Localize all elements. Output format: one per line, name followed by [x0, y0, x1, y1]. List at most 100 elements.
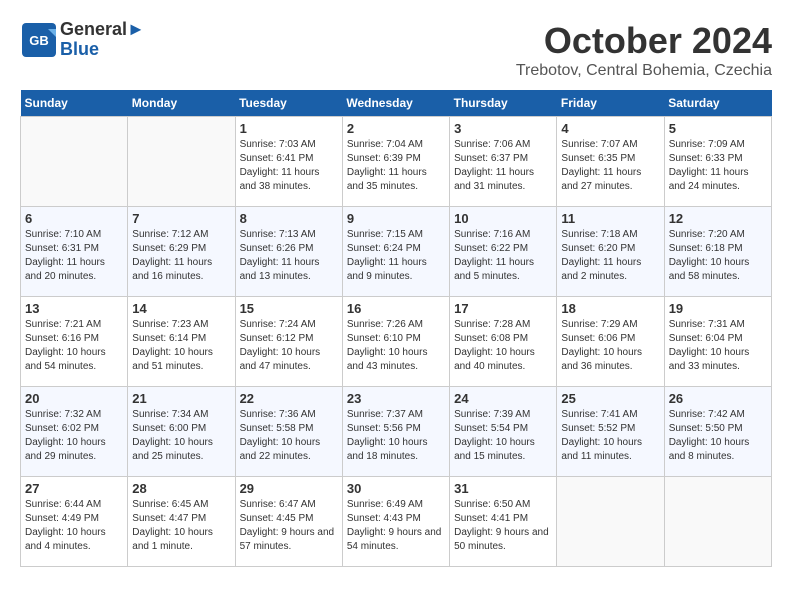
day-info: Sunrise: 7:03 AM Sunset: 6:41 PM Dayligh…	[240, 138, 338, 194]
day-info: Sunrise: 6:49 AM Sunset: 4:43 PM Dayligh…	[347, 498, 445, 554]
day-number: 1	[240, 121, 338, 136]
day-info: Sunrise: 7:34 AM Sunset: 6:00 PM Dayligh…	[132, 408, 230, 464]
calendar-cell: 29 Sunrise: 6:47 AM Sunset: 4:45 PM Dayli…	[235, 477, 342, 567]
calendar-week-row: 27Sunrise: 6:44 AM Sunset: 4:49 PM Dayli…	[21, 477, 772, 567]
day-number: 29	[240, 481, 338, 496]
calendar-cell: 23 Sunrise: 7:37 AM Sunset: 5:56 PM Dayli…	[342, 387, 449, 477]
calendar-cell: 16 Sunrise: 7:26 AM Sunset: 6:10 PM Dayli…	[342, 297, 449, 387]
page-header: GB General► Blue October 2024 Trebotov, …	[20, 20, 772, 80]
weekday-header-monday: Monday	[128, 90, 235, 117]
day-number: 4	[561, 121, 659, 136]
day-number: 22	[240, 391, 338, 406]
calendar-cell: 24Sunrise: 7:39 AM Sunset: 5:54 PM Dayli…	[450, 387, 557, 477]
day-info: Sunrise: 7:28 AM Sunset: 6:08 PM Dayligh…	[454, 318, 552, 374]
day-info: Sunrise: 7:29 AM Sunset: 6:06 PM Dayligh…	[561, 318, 659, 374]
svg-text:GB: GB	[29, 33, 49, 48]
location: Trebotov, Central Bohemia, Czechia	[516, 62, 772, 80]
weekday-header-wednesday: Wednesday	[342, 90, 449, 117]
calendar-cell: 28Sunrise: 6:45 AM Sunset: 4:47 PM Dayli…	[128, 477, 235, 567]
calendar-cell: 9Sunrise: 7:15 AM Sunset: 6:24 PM Daylig…	[342, 207, 449, 297]
day-info: Sunrise: 7:06 AM Sunset: 6:37 PM Dayligh…	[454, 138, 552, 194]
weekday-header-friday: Friday	[557, 90, 664, 117]
day-number: 10	[454, 211, 552, 226]
calendar-cell: 2 Sunrise: 7:04 AM Sunset: 6:39 PM Daylig…	[342, 117, 449, 207]
calendar-cell: 31 Sunrise: 6:50 AM Sunset: 4:41 PM Dayli…	[450, 477, 557, 567]
calendar-cell: 4 Sunrise: 7:07 AM Sunset: 6:35 PM Daylig…	[557, 117, 664, 207]
day-info: Sunrise: 7:18 AM Sunset: 6:20 PM Dayligh…	[561, 228, 659, 284]
day-number: 2	[347, 121, 445, 136]
day-number: 24	[454, 391, 552, 406]
day-number: 15	[240, 301, 338, 316]
day-info: Sunrise: 6:47 AM Sunset: 4:45 PM Dayligh…	[240, 498, 338, 554]
weekday-header-thursday: Thursday	[450, 90, 557, 117]
day-info: Sunrise: 6:45 AM Sunset: 4:47 PM Dayligh…	[132, 498, 230, 554]
calendar-cell: 7Sunrise: 7:12 AM Sunset: 6:29 PM Daylig…	[128, 207, 235, 297]
day-info: Sunrise: 7:20 AM Sunset: 6:18 PM Dayligh…	[669, 228, 767, 284]
calendar-cell	[557, 477, 664, 567]
day-info: Sunrise: 7:12 AM Sunset: 6:29 PM Dayligh…	[132, 228, 230, 284]
day-info: Sunrise: 7:16 AM Sunset: 6:22 PM Dayligh…	[454, 228, 552, 284]
weekday-header-tuesday: Tuesday	[235, 90, 342, 117]
calendar-cell: 11 Sunrise: 7:18 AM Sunset: 6:20 PM Dayli…	[557, 207, 664, 297]
day-number: 12	[669, 211, 767, 226]
calendar-cell: 5Sunrise: 7:09 AM Sunset: 6:33 PM Daylig…	[664, 117, 771, 207]
day-info: Sunrise: 7:26 AM Sunset: 6:10 PM Dayligh…	[347, 318, 445, 374]
logo-line2: Blue	[60, 40, 145, 60]
calendar-cell: 19Sunrise: 7:31 AM Sunset: 6:04 PM Dayli…	[664, 297, 771, 387]
calendar-cell: 21 Sunrise: 7:34 AM Sunset: 6:00 PM Dayli…	[128, 387, 235, 477]
day-number: 30	[347, 481, 445, 496]
day-info: Sunrise: 7:04 AM Sunset: 6:39 PM Dayligh…	[347, 138, 445, 194]
day-info: Sunrise: 7:10 AM Sunset: 6:31 PM Dayligh…	[25, 228, 123, 284]
day-info: Sunrise: 7:21 AM Sunset: 6:16 PM Dayligh…	[25, 318, 123, 374]
logo: GB General► Blue	[20, 20, 145, 60]
day-info: Sunrise: 7:32 AM Sunset: 6:02 PM Dayligh…	[25, 408, 123, 464]
calendar-cell: 3 Sunrise: 7:06 AM Sunset: 6:37 PM Daylig…	[450, 117, 557, 207]
day-number: 16	[347, 301, 445, 316]
calendar-cell: 27Sunrise: 6:44 AM Sunset: 4:49 PM Dayli…	[21, 477, 128, 567]
calendar-cell: 8 Sunrise: 7:13 AM Sunset: 6:26 PM Daylig…	[235, 207, 342, 297]
day-info: Sunrise: 6:50 AM Sunset: 4:41 PM Dayligh…	[454, 498, 552, 554]
calendar-cell: 26 Sunrise: 7:42 AM Sunset: 5:50 PM Dayli…	[664, 387, 771, 477]
calendar-cell	[21, 117, 128, 207]
day-number: 23	[347, 391, 445, 406]
day-info: Sunrise: 7:07 AM Sunset: 6:35 PM Dayligh…	[561, 138, 659, 194]
day-number: 3	[454, 121, 552, 136]
day-number: 26	[669, 391, 767, 406]
day-number: 8	[240, 211, 338, 226]
day-number: 17	[454, 301, 552, 316]
day-number: 14	[132, 301, 230, 316]
day-info: Sunrise: 7:23 AM Sunset: 6:14 PM Dayligh…	[132, 318, 230, 374]
calendar-week-row: 20Sunrise: 7:32 AM Sunset: 6:02 PM Dayli…	[21, 387, 772, 477]
calendar-cell: 22Sunrise: 7:36 AM Sunset: 5:58 PM Dayli…	[235, 387, 342, 477]
day-number: 6	[25, 211, 123, 226]
weekday-header-row: SundayMondayTuesdayWednesdayThursdayFrid…	[21, 90, 772, 117]
day-number: 25	[561, 391, 659, 406]
calendar-cell: 17 Sunrise: 7:28 AM Sunset: 6:08 PM Dayli…	[450, 297, 557, 387]
day-info: Sunrise: 7:13 AM Sunset: 6:26 PM Dayligh…	[240, 228, 338, 284]
calendar-week-row: 13 Sunrise: 7:21 AM Sunset: 6:16 PM Dayli…	[21, 297, 772, 387]
calendar-cell: 12 Sunrise: 7:20 AM Sunset: 6:18 PM Dayli…	[664, 207, 771, 297]
day-number: 21	[132, 391, 230, 406]
day-info: Sunrise: 7:24 AM Sunset: 6:12 PM Dayligh…	[240, 318, 338, 374]
calendar-table: SundayMondayTuesdayWednesdayThursdayFrid…	[20, 90, 772, 567]
calendar-cell: 10 Sunrise: 7:16 AM Sunset: 6:22 PM Dayli…	[450, 207, 557, 297]
day-info: Sunrise: 6:44 AM Sunset: 4:49 PM Dayligh…	[25, 498, 123, 554]
day-info: Sunrise: 7:09 AM Sunset: 6:33 PM Dayligh…	[669, 138, 767, 194]
day-number: 11	[561, 211, 659, 226]
day-number: 31	[454, 481, 552, 496]
calendar-cell: 20Sunrise: 7:32 AM Sunset: 6:02 PM Dayli…	[21, 387, 128, 477]
day-number: 18	[561, 301, 659, 316]
month-title: October 2024	[516, 20, 772, 62]
day-info: Sunrise: 7:37 AM Sunset: 5:56 PM Dayligh…	[347, 408, 445, 464]
day-number: 19	[669, 301, 767, 316]
calendar-cell	[128, 117, 235, 207]
calendar-week-row: 6 Sunrise: 7:10 AM Sunset: 6:31 PM Daylig…	[21, 207, 772, 297]
title-block: October 2024 Trebotov, Central Bohemia, …	[516, 20, 772, 80]
day-number: 13	[25, 301, 123, 316]
day-number: 9	[347, 211, 445, 226]
day-info: Sunrise: 7:42 AM Sunset: 5:50 PM Dayligh…	[669, 408, 767, 464]
calendar-cell	[664, 477, 771, 567]
weekday-header-saturday: Saturday	[664, 90, 771, 117]
calendar-cell: 14 Sunrise: 7:23 AM Sunset: 6:14 PM Dayli…	[128, 297, 235, 387]
calendar-cell: 6 Sunrise: 7:10 AM Sunset: 6:31 PM Daylig…	[21, 207, 128, 297]
